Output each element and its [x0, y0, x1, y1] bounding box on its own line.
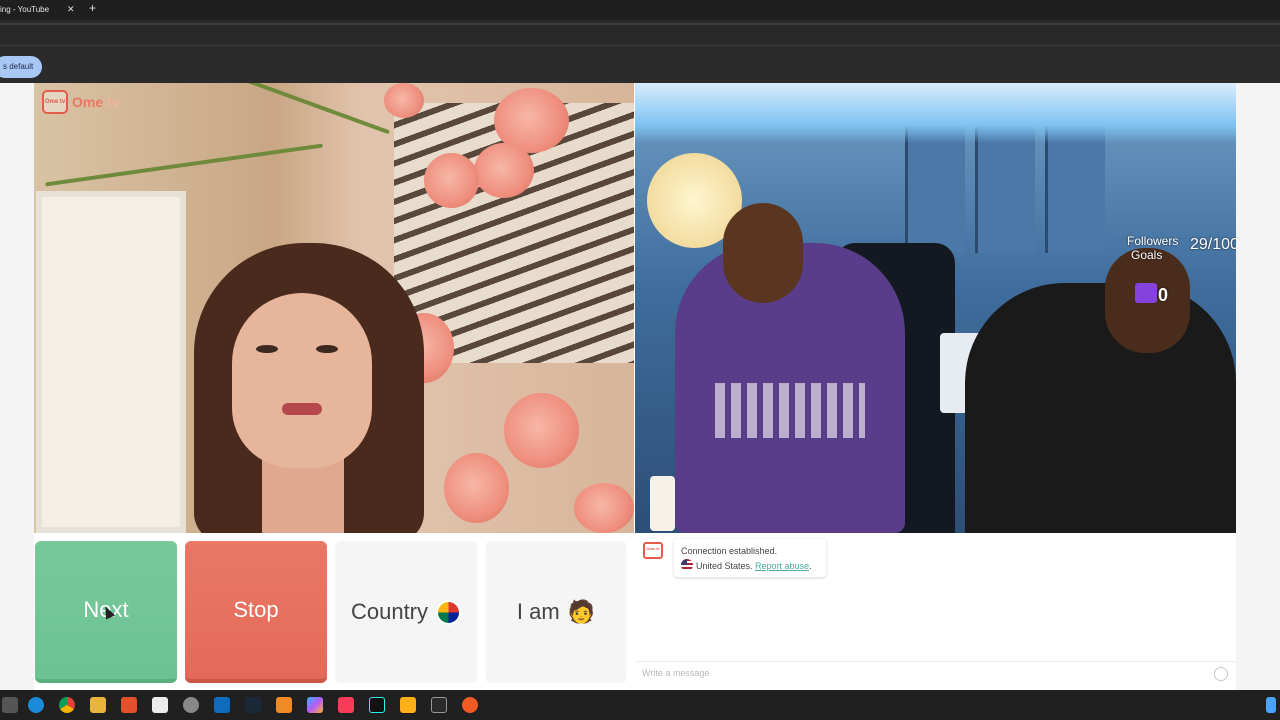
system-message: Connection established. United States. R… [674, 539, 826, 577]
left-gutter [0, 83, 34, 690]
stop-button[interactable]: Stop [185, 541, 327, 683]
bookmark-bar: s default [0, 46, 1280, 83]
chat-panel: Ome tv Connection established. United St… [635, 533, 1236, 686]
address-input[interactable] [0, 23, 1280, 41]
new-tab-icon[interactable]: + [89, 1, 96, 16]
emoji-icon[interactable] [1214, 667, 1228, 681]
self-video: Followers Goals 29/1000 0 [635, 83, 1236, 533]
rose-shape [474, 143, 534, 198]
tab-title: ing - YouTube [0, 5, 50, 14]
person-face-shape [232, 293, 372, 468]
country-button-label: Country [350, 599, 429, 624]
gender-button[interactable]: I am 🧑 [485, 541, 627, 683]
chrome-icon[interactable] [59, 697, 75, 713]
clock-app-icon[interactable] [183, 697, 199, 713]
rose-shape [574, 483, 634, 533]
eye-shape [256, 345, 278, 353]
taskbar [0, 690, 1280, 720]
stop-button-label: Stop [233, 597, 279, 622]
vlc-icon[interactable] [276, 697, 292, 713]
rose-shape [444, 453, 509, 523]
right-gutter [1236, 83, 1280, 690]
epic-games-icon[interactable] [431, 697, 447, 713]
report-period: . [809, 561, 812, 571]
person-emoji-icon: 🧑 [567, 599, 596, 624]
logo-brand: Ome [72, 94, 104, 110]
close-tab-icon[interactable]: ✕ [67, 1, 75, 18]
store-icon[interactable] [152, 697, 168, 713]
ometv-chat-icon: Ome tv [643, 542, 663, 559]
eye-shape [316, 345, 338, 353]
message-placeholder: Write a message [642, 668, 710, 678]
task-view-icon[interactable] [2, 697, 18, 713]
address-bar[interactable] [0, 20, 1280, 46]
tab-strip: ing - YouTube ✕ + [0, 0, 1280, 20]
app-icon[interactable] [462, 697, 478, 713]
person-face-shape [723, 203, 803, 303]
country-button[interactable]: Country [335, 541, 477, 683]
rose-shape [384, 83, 424, 118]
file-explorer-icon[interactable] [90, 697, 106, 713]
page: Ome tv Ome.tv Followers Goals 29/1000 0 [0, 83, 1280, 690]
vine-shape [238, 83, 390, 135]
followers-label: Followers [1127, 234, 1179, 248]
rose-shape [424, 153, 479, 208]
ometv-logo-icon: Ome tv [42, 90, 68, 114]
copilot-icon[interactable] [307, 697, 323, 713]
door-shape [36, 191, 186, 533]
message-input[interactable]: Write a message [635, 661, 1236, 685]
default-browser-chip[interactable]: s default [0, 56, 43, 78]
ometv-app: Ome tv Ome.tv Followers Goals 29/1000 0 [0, 83, 1280, 690]
stranger-country: United States. [696, 561, 753, 571]
us-flag-icon [681, 559, 693, 571]
music-icon[interactable] [338, 697, 354, 713]
report-abuse-link[interactable]: Report abuse [755, 561, 809, 571]
edge-icon[interactable] [28, 697, 44, 713]
rockstar-icon[interactable] [400, 697, 416, 713]
browser-tab[interactable]: ing - YouTube ✕ [0, 0, 82, 20]
lips-shape [282, 403, 322, 415]
office-icon[interactable] [121, 697, 137, 713]
logo-brand-suffix: .tv [103, 94, 120, 110]
gender-button-label: I am [516, 599, 560, 624]
outlook-icon[interactable] [214, 697, 230, 713]
bottle-shape [650, 476, 675, 531]
ometv-logo-text: Ome.tv [72, 94, 119, 110]
hoodie-print-shape [715, 383, 865, 438]
tray-icon[interactable] [1266, 697, 1276, 713]
person-body-shape [965, 283, 1236, 533]
south-africa-flag-icon [436, 599, 462, 625]
twitch-icon [1135, 283, 1157, 303]
rose-shape [504, 393, 579, 468]
twitch-count: 0 [1158, 285, 1169, 305]
country-line: United States. Report abuse. [681, 559, 819, 574]
tiktok-icon[interactable] [369, 697, 385, 713]
goals-label: Goals [1131, 248, 1163, 262]
cloud-ceiling-shape [635, 83, 1236, 143]
ometv-logo: Ome tv Ome.tv [42, 89, 119, 115]
stranger-video: Ome tv Ome.tv [34, 83, 634, 533]
connection-status: Connection established. [681, 546, 778, 556]
steam-icon[interactable] [245, 697, 261, 713]
followers-goal-count: 29/1000 [1190, 236, 1236, 253]
vine-shape [45, 143, 323, 187]
